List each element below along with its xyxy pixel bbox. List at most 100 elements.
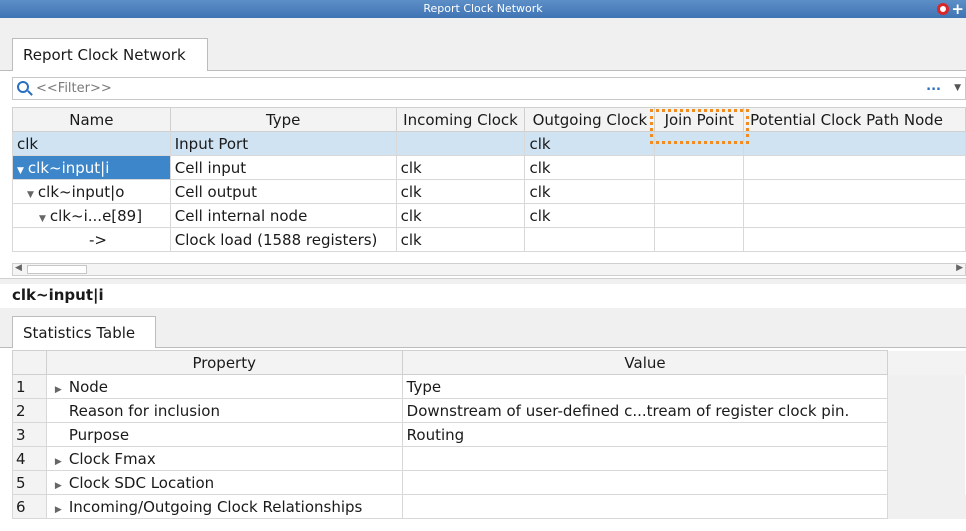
filter-input[interactable] (36, 79, 916, 98)
expand-arrow-icon[interactable]: ▶ (55, 481, 69, 491)
row-number: 6 (12, 494, 47, 519)
search-icon (17, 81, 29, 93)
cell-outgoing[interactable]: clk (524, 155, 656, 180)
cell-incoming[interactable]: clk (395, 203, 526, 228)
plus-icon[interactable]: + (951, 2, 964, 17)
cell-potential[interactable] (743, 227, 966, 252)
cell-incoming[interactable]: clk (395, 179, 526, 204)
cell-property[interactable]: Reason for inclusion (45, 398, 403, 423)
property-label: Node (68, 377, 109, 396)
cell-name[interactable]: -> (12, 227, 171, 252)
cell-name[interactable]: ▼ clk~input|i (12, 155, 171, 180)
chevron-down-icon[interactable]: ▼ (954, 83, 961, 93)
cell-potential[interactable] (743, 155, 966, 180)
property-label: Clock Fmax (68, 449, 156, 468)
cell-value[interactable] (401, 446, 889, 471)
scrollbar-thumb[interactable] (27, 265, 87, 274)
cell-type[interactable]: Input Port (169, 131, 397, 156)
table-header-row: Name Type Incoming Clock Outgoing Clock … (12, 107, 966, 132)
cell-outgoing[interactable]: clk (524, 131, 656, 156)
cell-property[interactable]: ▶ Node (45, 374, 403, 399)
table-row[interactable]: 1 ▶ Node Type (12, 374, 966, 399)
table-row[interactable]: ▼ clk~input|i Cell input clk clk (12, 155, 966, 180)
cell-name[interactable]: clk (12, 131, 171, 156)
window-titlebar: Report Clock Network + (0, 0, 966, 18)
table-row[interactable]: ▼ clk~input|o Cell output clk clk (12, 179, 966, 204)
cell-outgoing[interactable]: clk (524, 203, 656, 228)
table-row[interactable]: ▼ clk~i...e[89] Cell internal node clk cl… (12, 203, 966, 228)
filter-more-button[interactable]: ... (926, 79, 941, 94)
cell-property[interactable]: ▶ Clock SDC Location (45, 470, 403, 495)
table-row[interactable]: clk Input Port clk (12, 131, 966, 156)
cell-incoming[interactable] (395, 131, 526, 156)
column-header-type[interactable]: Type (169, 107, 397, 132)
cell-join[interactable] (654, 131, 745, 156)
row-number: 2 (12, 398, 47, 423)
expand-triangle-icon[interactable]: ▼ (39, 214, 46, 224)
expand-triangle-icon[interactable]: ▼ (27, 190, 34, 200)
cell-value[interactable] (401, 494, 889, 519)
column-header-join-point[interactable]: Join Point (654, 107, 745, 132)
scroll-right-icon[interactable]: ▶ (956, 263, 963, 273)
cell-value[interactable]: Routing (401, 422, 889, 447)
details-title: clk~input|i (12, 286, 104, 304)
cell-join[interactable] (654, 179, 745, 204)
cell-name[interactable]: ▼ clk~i...e[89] (12, 203, 171, 228)
close-icon[interactable] (937, 3, 950, 15)
horizontal-scrollbar[interactable]: ◀ ▶ (12, 263, 966, 276)
cell-type[interactable]: Cell internal node (169, 203, 397, 228)
cell-type[interactable]: Clock load (1588 registers) (169, 227, 397, 252)
column-header-value[interactable]: Value (401, 350, 889, 375)
empty-column (887, 446, 966, 471)
cell-property[interactable]: Purpose (45, 422, 403, 447)
row-number: 3 (12, 422, 47, 447)
cell-type[interactable]: Cell input (169, 155, 397, 180)
table-row[interactable]: 5 ▶ Clock SDC Location (12, 470, 966, 495)
empty-column (887, 374, 966, 399)
table-row[interactable]: 4 ▶ Clock Fmax (12, 446, 966, 471)
cell-value[interactable]: Downstream of user-defined c...tream of … (401, 398, 889, 423)
column-header-property[interactable]: Property (45, 350, 403, 375)
column-header-potential-clock-path-node[interactable]: Potential Clock Path Node (743, 107, 966, 132)
table-row[interactable]: 6 ▶ Incoming/Outgoing Clock Relationships (12, 494, 966, 519)
cell-outgoing[interactable]: clk (524, 179, 656, 204)
expand-arrow-icon[interactable]: ▶ (55, 457, 69, 467)
expand-arrow-icon[interactable]: ▶ (55, 385, 69, 395)
table-row[interactable]: 2 Reason for inclusion Downstream of use… (12, 398, 966, 423)
statistics-table: Property Value 1 ▶ Node Type 2 Reason for… (12, 350, 966, 519)
empty-column (887, 470, 966, 495)
cell-name[interactable]: ▼ clk~input|o (12, 179, 171, 204)
cell-incoming[interactable]: clk (395, 227, 526, 252)
cell-type[interactable]: Cell output (169, 179, 397, 204)
cell-join[interactable] (654, 227, 745, 252)
column-header-name[interactable]: Name (12, 107, 171, 132)
cell-potential[interactable] (743, 131, 966, 156)
filter-bar: ... ▼ (12, 77, 966, 100)
column-header-incoming-clock[interactable]: Incoming Clock (395, 107, 526, 132)
expand-arrow-icon[interactable]: ▶ (55, 505, 69, 515)
cell-value[interactable]: Type (401, 374, 889, 399)
empty-column (887, 398, 966, 423)
expand-triangle-icon[interactable]: ▼ (17, 166, 24, 176)
tab-report-clock-network[interactable]: Report Clock Network (12, 38, 208, 71)
column-header-outgoing-clock[interactable]: Outgoing Clock (524, 107, 656, 132)
cell-potential[interactable] (743, 179, 966, 204)
cell-outgoing[interactable] (524, 227, 656, 252)
row-number: 1 (12, 374, 47, 399)
row-number-header (12, 350, 47, 375)
bottom-tab-strip: Statistics Table (0, 308, 966, 348)
empty-column (887, 350, 966, 375)
cell-property[interactable]: ▶ Incoming/Outgoing Clock Relationships (45, 494, 403, 519)
cell-incoming[interactable]: clk (395, 155, 526, 180)
cell-join[interactable] (654, 203, 745, 228)
cell-potential[interactable] (743, 203, 966, 228)
table-row[interactable]: 3 Purpose Routing (12, 422, 966, 447)
splitter-handle[interactable] (0, 278, 966, 284)
cell-join[interactable] (654, 155, 745, 180)
scroll-left-icon[interactable]: ◀ (15, 263, 22, 273)
property-label: Clock SDC Location (68, 473, 215, 492)
cell-value[interactable] (401, 470, 889, 495)
cell-property[interactable]: ▶ Clock Fmax (45, 446, 403, 471)
tab-statistics-table[interactable]: Statistics Table (12, 316, 156, 348)
table-row[interactable]: -> Clock load (1588 registers) clk (12, 227, 966, 252)
